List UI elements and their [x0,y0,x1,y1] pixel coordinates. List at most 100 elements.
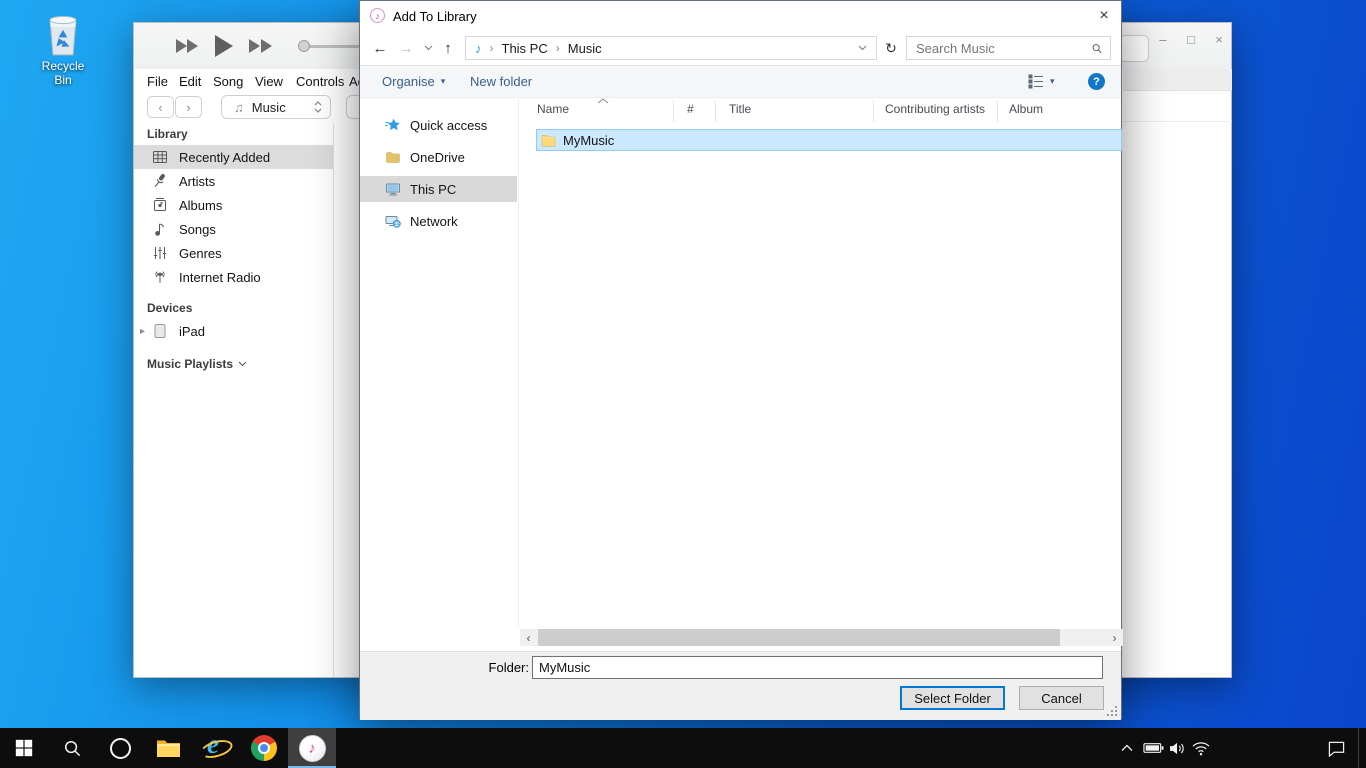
itunes-taskbar-button-active[interactable]: ♪ [288,728,336,768]
column-header-number[interactable]: # [687,102,694,116]
cortana-button[interactable] [96,728,144,768]
view-dropdown-caret[interactable]: ▾ [1050,66,1055,97]
sidebar-item-label: Genres [179,246,222,261]
address-bar[interactable]: ♪ › This PC › Music [465,36,877,60]
file-explorer-button[interactable] [144,728,192,768]
action-center-button[interactable] [1320,728,1352,768]
itunes-back-button[interactable]: ‹ [147,96,174,118]
nav-pane-this-pc[interactable]: This PC [360,176,517,202]
itunes-maximize-button[interactable]: □ [1180,28,1202,50]
volume-slider-knob[interactable] [298,40,310,52]
fast-forward-button[interactable] [248,35,274,57]
menu-file[interactable]: File [147,69,168,93]
nav-pane-quick-access[interactable]: Quick access [360,112,517,138]
volume-tray-icon[interactable] [1164,728,1190,768]
pane-divider [518,98,519,628]
sidebar-item-artists[interactable]: Artists [134,169,333,193]
itunes-search-field[interactable] [1119,35,1149,62]
add-to-library-dialog: ♪ Add To Library × ← → ↑ ♪ › This PC › M… [359,0,1122,719]
column-divider[interactable] [673,101,674,122]
show-hidden-icons-button[interactable] [1114,728,1140,768]
sidebar-item-label: Albums [179,198,222,213]
sidebar-item-ipad[interactable]: ▸ iPad [134,319,333,343]
column-header-name[interactable]: Name [537,102,569,116]
select-folder-button[interactable]: Select Folder [900,686,1005,710]
new-folder-button[interactable]: New folder [470,66,532,97]
breadcrumb-music[interactable]: Music [568,41,602,56]
sidebar-item-genres[interactable]: Genres [134,241,333,265]
scroll-right-arrow[interactable]: › [1106,629,1123,646]
wifi-icon [1191,741,1211,756]
chevron-up-icon [1120,743,1134,753]
onedrive-folder-icon [385,149,401,165]
scrollbar-thumb[interactable] [538,629,1060,646]
nav-pane-network[interactable]: Network [360,208,517,234]
column-divider[interactable] [715,101,716,122]
microphone-icon [152,173,168,189]
volume-slider-track[interactable] [304,45,360,48]
start-button[interactable] [0,728,48,768]
address-dropdown-chevron[interactable] [858,45,867,51]
horizontal-scrollbar[interactable]: ‹ › [520,629,1123,646]
column-divider[interactable] [873,101,874,122]
menu-song[interactable]: Song [213,69,243,93]
menu-view[interactable]: View [255,69,283,93]
network-tray-icon[interactable] [1188,728,1214,768]
sidebar-item-albums[interactable]: Albums [134,193,333,217]
recent-locations-chevron[interactable] [420,31,436,65]
scroll-left-arrow[interactable]: ‹ [520,629,537,646]
dialog-close-button[interactable]: × [1089,1,1119,31]
search-box[interactable] [906,36,1111,60]
expand-caret-icon[interactable]: ▸ [140,326,145,337]
rewind-button[interactable] [174,35,200,57]
column-header-album[interactable]: Album [1009,102,1043,116]
new-folder-label: New folder [470,74,532,89]
internet-explorer-button[interactable]: e [192,728,240,768]
cortana-ring-icon [110,738,131,759]
itunes-forward-button[interactable]: › [175,96,202,118]
dialog-titlebar[interactable]: ♪ Add To Library × [360,1,1121,31]
forward-button[interactable]: → [394,31,418,65]
resize-grip[interactable] [1107,706,1118,717]
change-view-icon[interactable] [1028,74,1044,89]
chrome-button[interactable] [240,728,288,768]
itunes-minimize-button[interactable]: – [1152,28,1174,50]
folder-icon [541,134,556,147]
dialog-title: Add To Library [393,9,477,24]
music-playlists-header[interactable]: Music Playlists [147,357,247,371]
sidebar-item-internet-radio[interactable]: Internet Radio [134,265,333,289]
column-header-contributing-artists[interactable]: Contributing artists [885,102,985,116]
itunes-close-button[interactable]: × [1208,28,1230,50]
sort-ascending-icon [597,98,609,104]
show-desktop-divider[interactable] [1358,728,1359,768]
help-button[interactable]: ? [1088,73,1105,90]
organise-menu-button[interactable]: Organise ▾ [382,66,445,97]
nav-pane-onedrive[interactable]: OneDrive [360,144,517,170]
menu-controls[interactable]: Controls [296,69,344,93]
back-button[interactable]: ← [368,31,392,65]
cancel-button[interactable]: Cancel [1019,686,1104,710]
play-button[interactable] [212,35,236,57]
battery-icon [1143,742,1164,754]
media-kind-selector[interactable]: ♫ Music [221,95,331,119]
folder-label: Folder: [480,660,529,675]
sidebar-item-songs[interactable]: Songs [134,217,333,241]
file-row-mymusic[interactable]: MyMusic [536,129,1122,151]
nav-pane-label: OneDrive [410,150,465,165]
breadcrumb-this-pc[interactable]: This PC [502,41,548,56]
breadcrumb-separator: › [556,41,560,55]
column-divider[interactable] [997,101,998,122]
recycle-bin[interactable]: Recycle Bin [33,11,93,87]
up-one-level-button[interactable]: ↑ [436,31,460,65]
search-input[interactable] [907,41,1092,56]
itunes-header-band [1123,69,1232,91]
column-header-title[interactable]: Title [729,102,751,116]
menu-edit[interactable]: Edit [179,69,201,93]
organise-label: Organise [382,74,435,89]
taskbar-search-button[interactable] [48,728,96,768]
sidebar-item-recently-added[interactable]: Recently Added [134,145,333,169]
recycle-bin-label: Recycle Bin [33,59,93,87]
refresh-button[interactable]: ↻ [880,31,902,65]
folder-name-input[interactable] [532,656,1103,679]
battery-tray-icon[interactable] [1140,728,1166,768]
